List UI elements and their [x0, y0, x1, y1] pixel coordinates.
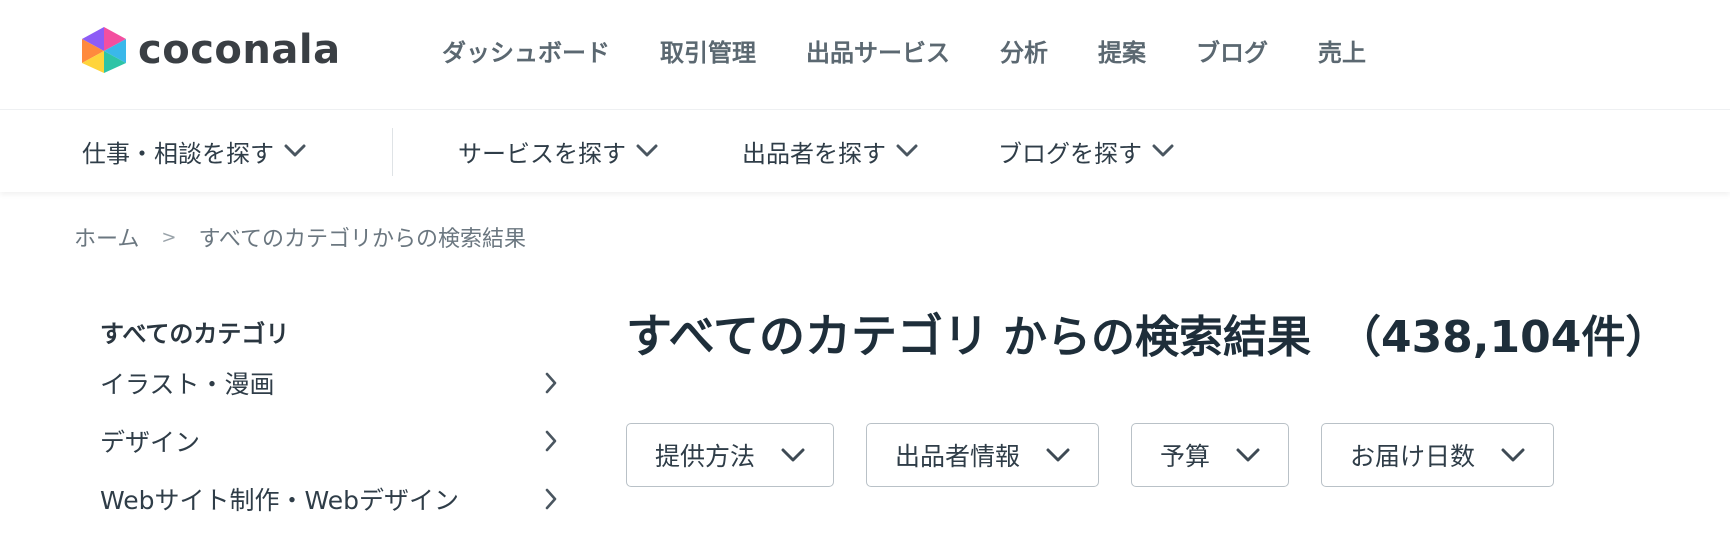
breadcrumb: ホーム > すべてのカテゴリからの検索結果: [74, 221, 527, 253]
breadcrumb-current: すべてのカテゴリからの検索結果: [198, 227, 527, 252]
chevron-right-icon: [545, 372, 557, 394]
sub-nav-find-sellers[interactable]: 出品者を探す: [742, 134, 918, 168]
sidebar-item-label: Webサイト制作・Webデザイン: [100, 486, 460, 515]
logo-text: coconala: [138, 27, 341, 73]
filter-label: 予算: [1160, 442, 1211, 471]
coconala-logo[interactable]: coconala: [80, 24, 341, 76]
chevron-down-icon: [1152, 144, 1174, 157]
sidebar-heading[interactable]: すべてのカテゴリ: [100, 314, 570, 354]
sidebar-item-design[interactable]: デザイン: [100, 412, 570, 470]
chevron-down-icon: [781, 448, 805, 461]
top-nav: ダッシュボード 取引管理 出品サービス 分析 提案 ブログ 売上: [442, 30, 1366, 70]
breadcrumb-home[interactable]: ホーム: [74, 221, 139, 253]
filter-seller-info[interactable]: 出品者情報: [866, 423, 1100, 487]
sub-nav-find-jobs[interactable]: 仕事・相談を探す: [82, 134, 306, 168]
top-nav-dashboard[interactable]: ダッシュボード: [442, 33, 610, 68]
top-nav-blog[interactable]: ブログ: [1196, 33, 1268, 68]
sub-nav-label: ブログを探す: [998, 139, 1142, 168]
sidebar-item-illustration[interactable]: イラスト・漫画: [100, 354, 570, 412]
top-header: coconala ダッシュボード 取引管理 出品サービス 分析 提案 ブログ 売…: [0, 0, 1730, 110]
chevron-down-icon: [636, 144, 658, 157]
chevron-down-icon: [1046, 448, 1070, 461]
coconala-logo-icon: [82, 27, 126, 73]
sub-nav-find-services[interactable]: サービスを探す: [458, 134, 658, 168]
results-category: すべてのカテゴリ: [626, 309, 989, 363]
top-nav-sales[interactable]: 売上: [1318, 33, 1366, 68]
filter-label: 提供方法: [655, 442, 756, 471]
top-nav-proposals[interactable]: 提案: [1098, 33, 1146, 68]
chevron-right-icon: [545, 430, 557, 452]
results-suffix: からの検索結果: [1002, 312, 1311, 363]
breadcrumb-separator: >: [161, 226, 177, 248]
filter-budget[interactable]: 予算: [1131, 423, 1290, 487]
chevron-right-icon: [545, 488, 557, 510]
filter-bar: 提供方法 出品者情報 予算 お届け日数: [626, 423, 1555, 487]
sub-nav-label: 出品者を探す: [742, 139, 886, 168]
filter-delivery-method[interactable]: 提供方法: [626, 423, 835, 487]
sub-nav-divider: [392, 128, 393, 176]
sub-nav-find-blogs[interactable]: ブログを探す: [998, 134, 1174, 168]
results-count: （438,104件）: [1336, 312, 1670, 363]
sub-nav-label: サービスを探す: [458, 139, 626, 168]
filter-delivery-days[interactable]: お届け日数: [1321, 423, 1555, 487]
sidebar-item-label: イラスト・漫画: [100, 370, 275, 399]
chevron-down-icon: [1501, 448, 1525, 461]
top-nav-transactions[interactable]: 取引管理: [660, 33, 756, 68]
chevron-down-icon: [284, 144, 306, 157]
sub-nav-label: 仕事・相談を探す: [82, 139, 274, 168]
top-nav-analytics[interactable]: 分析: [1000, 33, 1048, 68]
top-nav-services[interactable]: 出品サービス: [806, 33, 950, 68]
results-title: すべてのカテゴリ からの検索結果 （438,104件）: [626, 300, 1669, 372]
sidebar-item-web-production[interactable]: Webサイト制作・Webデザイン: [100, 470, 570, 528]
filter-label: お届け日数: [1350, 442, 1476, 471]
sidebar-item-label: デザイン: [100, 428, 201, 457]
chevron-down-icon: [1236, 448, 1260, 461]
sub-nav: 仕事・相談を探す サービスを探す 出品者を探す ブログを探す: [0, 110, 1730, 192]
category-sidebar: すべてのカテゴリ イラスト・漫画 デザイン Webサイト制作・Webデザイン: [100, 314, 570, 528]
chevron-down-icon: [896, 144, 918, 157]
filter-label: 出品者情報: [895, 442, 1021, 471]
